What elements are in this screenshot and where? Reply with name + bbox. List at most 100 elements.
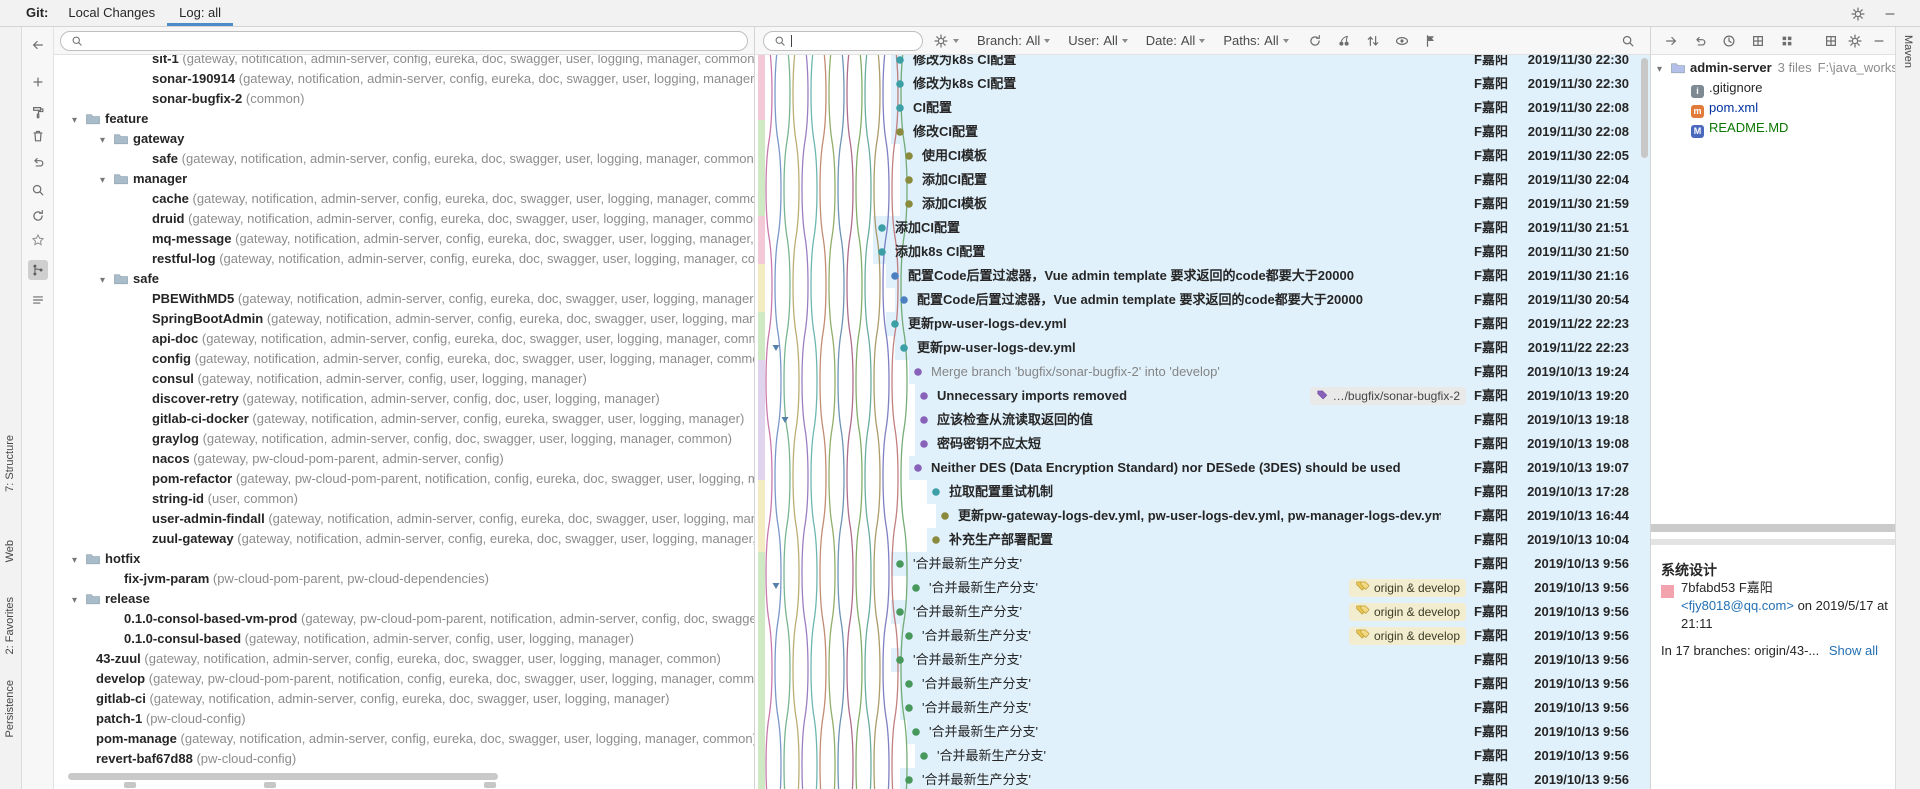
branch-item[interactable]: druid (gateway, notification, admin-serv… [54,209,754,229]
chevron-down-icon[interactable]: ▾ [72,111,85,129]
branch-item[interactable]: sit-1 (gateway, notification, admin-serv… [54,55,754,69]
branch-item[interactable]: revert-baf67d88 (pw-cloud-config) [54,749,754,769]
branch-item[interactable]: consul (gateway, notification, admin-ser… [54,369,754,389]
branch-item[interactable]: zuul-gateway (gateway, notification, adm… [54,529,754,549]
commit-row[interactable]: '合并最新生产分支'F嘉阳2019/10/13 9:56 [755,648,1650,672]
branch-item[interactable]: restful-log (gateway, notification, admi… [54,249,754,269]
splitter[interactable] [1651,524,1895,532]
go-to-hash-icon[interactable] [1423,33,1439,49]
branch-folder[interactable]: ▾manager [54,169,754,189]
changelist-icon[interactable] [28,290,48,310]
commit-row[interactable]: 添加CI配置F嘉阳2019/11/30 21:51 [755,216,1650,240]
changed-file-row[interactable]: mpom.xml [1651,98,1895,118]
commit-row[interactable]: '合并最新生产分支'F嘉阳2019/10/13 9:56 [755,696,1650,720]
show-all-link[interactable]: Show all [1829,643,1878,658]
layout-icon[interactable] [1823,33,1839,49]
commit-row[interactable]: 修改为k8s CI配置F嘉阳2019/11/30 22:30 [755,72,1650,96]
commit-row[interactable]: 添加CI模板F嘉阳2019/11/30 21:59 [755,192,1650,216]
favorites-icon[interactable] [28,230,48,250]
chevron-down-icon[interactable]: ▾ [72,551,85,569]
chevron-down-icon[interactable]: ▾ [1657,60,1670,78]
branch-item[interactable]: PBEWithMD5 (gateway, notification, admin… [54,289,754,309]
refresh-icon[interactable] [28,206,48,226]
commit-row[interactable]: CI配置F嘉阳2019/11/30 22:08 [755,96,1650,120]
jump-to-source-icon[interactable] [1663,33,1679,49]
back-icon[interactable] [28,35,48,55]
branch-item[interactable]: user-admin-findall (gateway, notificatio… [54,509,754,529]
chevron-down-icon[interactable]: ▾ [72,591,85,609]
commit-row[interactable]: '合并最新生产分支'origin & developF嘉阳2019/10/13 … [755,600,1650,624]
branch-item[interactable]: 0.1.0-consul-based (gateway, notificatio… [54,629,754,649]
commit-row[interactable]: 应该检查从流读取返回的值F嘉阳2019/10/13 19:18 [755,408,1650,432]
commit-row[interactable]: '合并最新生产分支'F嘉阳2019/10/13 9:56 [755,720,1650,744]
changed-file-row[interactable]: MREADME.MD [1651,118,1895,138]
commit-row[interactable]: Neither DES (Data Encryption Standard) n… [755,456,1650,480]
chevron-down-icon[interactable]: ▾ [100,271,113,289]
commit-row[interactable]: 配置Code后置过滤器，Vue admin template 要求返回的code… [755,264,1650,288]
git-log-icon[interactable] [28,260,48,280]
commit-row[interactable]: 更新pw-user-logs-dev.ymlF嘉阳2019/11/22 22:2… [755,312,1650,336]
commit-row[interactable]: 补充生产部署配置F嘉阳2019/10/13 10:04 [755,528,1650,552]
commit-row[interactable]: 密码密钥不应太短F嘉阳2019/10/13 19:08 [755,432,1650,456]
commit-row[interactable]: 更新pw-user-logs-dev.ymlF嘉阳2019/11/22 22:2… [755,336,1650,360]
changed-file-row[interactable]: i.gitignore [1651,78,1895,98]
branch-item[interactable]: pom-manage (gateway, notification, admin… [54,729,754,749]
commit-row[interactable]: '合并最新生产分支'F嘉阳2019/10/13 9:56 [755,744,1650,768]
branch-item[interactable]: cache (gateway, notification, admin-serv… [54,189,754,209]
rollback-icon[interactable] [1692,33,1708,49]
history-icon[interactable] [1721,33,1737,49]
branch-label[interactable]: …/bugfix/sonar-bugfix-2 [1310,387,1466,405]
paint-roller-icon[interactable] [28,102,48,122]
paths-filter[interactable]: Paths: All [1223,33,1288,48]
branch-label[interactable]: origin & develop [1349,627,1466,645]
splitter[interactable] [1651,539,1895,545]
branch-folder[interactable]: ▾safe [54,269,754,289]
view-settings-icon[interactable] [1847,33,1863,49]
branch-item[interactable]: string-id (user, common) [54,489,754,509]
branch-item[interactable]: sonar-190914 (gateway, notification, adm… [54,69,754,89]
commit-row[interactable]: 拉取配置重试机制F嘉阳2019/10/13 17:28 [755,480,1650,504]
branch-label[interactable]: origin & develop [1349,603,1466,621]
branch-item[interactable]: SpringBootAdmin (gateway, notification, … [54,309,754,329]
branch-item[interactable]: api-doc (gateway, notification, admin-se… [54,329,754,349]
tool-window-button-web[interactable]: Web [4,540,16,562]
branch-item[interactable]: patch-1 (pw-cloud-config) [54,709,754,729]
commit-row[interactable]: 修改CI配置F嘉阳2019/11/30 22:08 [755,120,1650,144]
commit-row[interactable]: 更新pw-gateway-logs-dev.yml, pw-user-logs-… [755,504,1650,528]
branch-item[interactable]: 0.1.0-consol-based-vm-prod (gateway, pw-… [54,609,754,629]
branch-item[interactable]: gitlab-ci (gateway, notification, admin-… [54,689,754,709]
refresh-log-icon[interactable] [1307,33,1323,49]
branch-item[interactable]: sonar-bugfix-2 (common) [54,89,754,109]
branch-item[interactable]: nacos (gateway, pw-cloud-pom-parent, adm… [54,449,754,469]
hide-panel-icon[interactable] [1871,33,1887,49]
navigate-commit-icon[interactable] [1365,33,1381,49]
commit-row[interactable]: '合并最新生产分支'F嘉阳2019/10/13 9:56 [755,672,1650,696]
branch-item[interactable]: develop (gateway, pw-cloud-pom-parent, n… [54,669,754,689]
tool-window-button-structure[interactable]: 7: Structure [4,435,16,492]
preview-diff-icon[interactable] [1394,33,1410,49]
branch-item[interactable]: mq-message (gateway, notification, admin… [54,229,754,249]
branch-folder[interactable]: ▾feature [54,109,754,129]
user-filter[interactable]: User: All [1068,33,1128,48]
branch-folder[interactable]: ▾gateway [54,129,754,149]
tool-window-button-persistence[interactable]: Persistence [4,680,16,737]
chevron-down-icon[interactable]: ▾ [100,171,113,189]
commit-row[interactable]: 使用CI模板F嘉阳2019/11/30 22:05 [755,144,1650,168]
chevron-down-icon[interactable]: ▾ [100,131,113,149]
tab-local-changes[interactable]: Local Changes [56,0,167,26]
commit-row[interactable]: '合并最新生产分支'F嘉阳2019/10/13 9:56 [755,768,1650,789]
log-settings-gear-icon[interactable] [933,33,949,49]
branch-item[interactable]: graylog (gateway, notification, admin-se… [54,429,754,449]
branch-item[interactable]: config (gateway, notification, admin-ser… [54,349,754,369]
tool-window-button-maven[interactable]: Maven [1902,35,1914,68]
commit-row[interactable]: Unnecessary imports removed…/bugfix/sona… [755,384,1650,408]
ide-settings-icon[interactable] [1850,6,1866,22]
commit-row[interactable]: '合并最新生产分支'origin & developF嘉阳2019/10/13 … [755,624,1650,648]
tool-window-button-favorites[interactable]: 2: Favorites [4,597,16,654]
commit-row[interactable]: 添加CI配置F嘉阳2019/11/30 22:04 [755,168,1650,192]
branch-filter[interactable]: Branch: All [977,33,1050,48]
commit-row[interactable]: 修改为k8s CI配置F嘉阳2019/11/30 22:30 [755,55,1650,72]
tab-log-all[interactable]: Log: all [167,0,233,26]
commit-row[interactable]: '合并最新生产分支'origin & developF嘉阳2019/10/13 … [755,576,1650,600]
vertical-scrollbar[interactable] [1641,58,1648,158]
